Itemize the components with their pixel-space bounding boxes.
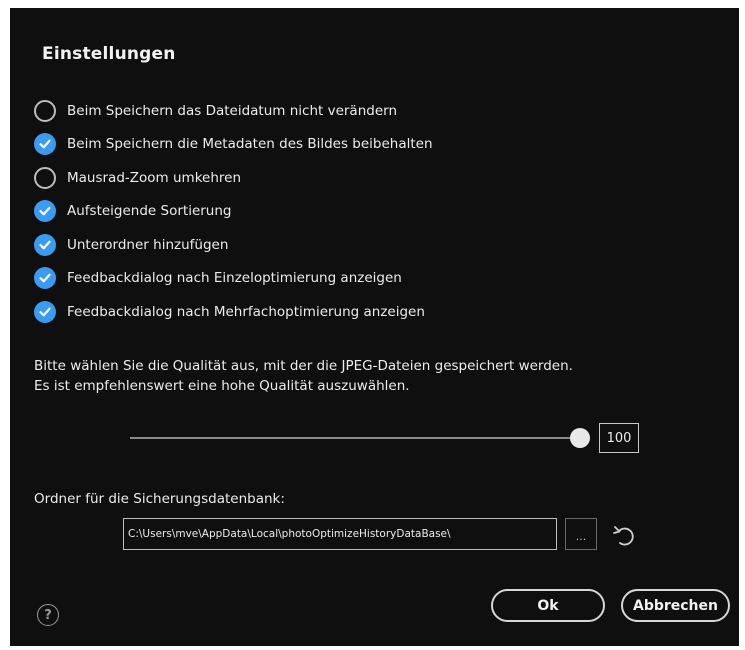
- option-label: Feedbackdialog nach Mehrfachoptimierung …: [67, 303, 425, 320]
- option-keep-file-date[interactable]: Beim Speichern das Dateidatum nicht verä…: [34, 94, 433, 128]
- option-label: Unterordner hinzufügen: [67, 236, 229, 253]
- option-label: Aufsteigende Sortierung: [67, 203, 232, 220]
- option-keep-metadata[interactable]: Beim Speichern die Metadaten des Bildes …: [34, 128, 433, 162]
- option-label: Beim Speichern das Dateidatum nicht verä…: [67, 102, 398, 119]
- help-icon[interactable]: ?: [37, 604, 59, 626]
- option-ascending-sort[interactable]: Aufsteigende Sortierung: [34, 195, 433, 229]
- slider-track[interactable]: [130, 437, 590, 439]
- option-feedback-single[interactable]: Feedbackdialog nach Einzeloptimierung an…: [34, 262, 433, 296]
- checkbox-icon[interactable]: [34, 267, 56, 290]
- cancel-button[interactable]: Abbrechen: [621, 589, 730, 622]
- option-label: Mausrad-Zoom umkehren: [67, 169, 242, 186]
- option-add-subfolders[interactable]: Unterordner hinzufügen: [34, 228, 433, 262]
- undo-icon[interactable]: [610, 522, 636, 548]
- checkbox-icon[interactable]: [34, 300, 56, 323]
- browse-button[interactable]: ...: [565, 518, 597, 550]
- option-feedback-multiple[interactable]: Feedbackdialog nach Mehrfachoptimierung …: [34, 295, 433, 329]
- option-label: Feedbackdialog nach Einzeloptimierung an…: [67, 270, 402, 287]
- checkbox-icon[interactable]: [34, 166, 56, 189]
- settings-dialog: Einstellungen Beim Speichern das Dateida…: [10, 8, 739, 646]
- checkbox-icon[interactable]: [34, 133, 56, 156]
- option-invert-wheel-zoom[interactable]: Mausrad-Zoom umkehren: [34, 161, 433, 195]
- checkbox-icon[interactable]: [34, 233, 56, 256]
- option-label: Beim Speichern die Metadaten des Bildes …: [67, 136, 433, 153]
- quality-value-box[interactable]: 100: [599, 423, 639, 453]
- quality-description: Bitte wählen Sie die Qualität aus, mit d…: [34, 356, 573, 396]
- quality-description-line: Es ist empfehlenswert eine hohe Qualität…: [34, 378, 410, 394]
- quality-slider[interactable]: [130, 427, 590, 449]
- ok-button[interactable]: Ok: [491, 589, 605, 622]
- options-list: Beim Speichern das Dateidatum nicht verä…: [34, 94, 433, 329]
- backup-path-input[interactable]: C:\Users\mve\AppData\Local\photoOptimize…: [123, 518, 557, 550]
- checkbox-icon[interactable]: [34, 200, 56, 223]
- backup-folder-label: Ordner für die Sicherungsdatenbank:: [34, 491, 285, 507]
- slider-thumb[interactable]: [570, 428, 590, 448]
- checkbox-icon[interactable]: [34, 99, 56, 122]
- quality-description-line: Bitte wählen Sie die Qualität aus, mit d…: [34, 358, 573, 374]
- dialog-title: Einstellungen: [42, 44, 176, 64]
